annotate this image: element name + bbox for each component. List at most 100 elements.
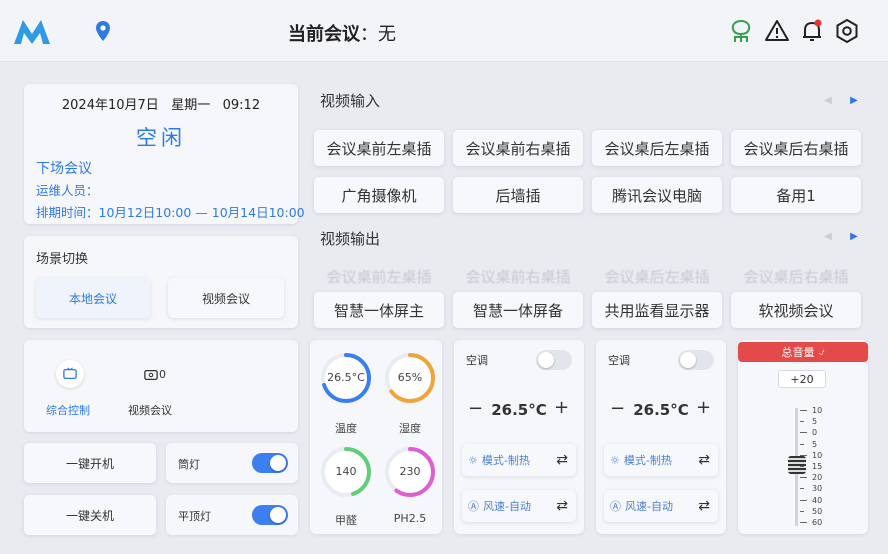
video-input-source[interactable]: 会议桌前右桌插	[453, 130, 583, 166]
volume-tick-label: 20	[812, 473, 823, 483]
swap-icon: ⇄	[698, 498, 710, 514]
power-off-button[interactable]: 一键关机	[24, 495, 156, 535]
light-downlight-label: 筒灯	[178, 458, 200, 471]
volume-tick-label: 10	[812, 450, 823, 460]
volume-tick-label: 40	[812, 495, 823, 505]
volume-tick-mark	[800, 466, 804, 467]
pm25-label: PH2.5	[393, 512, 427, 525]
volume-header: 总音量 ⍻	[738, 342, 868, 362]
video-output-target[interactable]: 共用监看显示器	[592, 292, 722, 328]
mode-label-control: 综合控制	[46, 404, 90, 417]
mute-icon[interactable]: ⍻	[818, 345, 824, 359]
power-on-button[interactable]: 一键开机	[24, 443, 156, 483]
network-tree-icon[interactable]	[728, 18, 754, 44]
formaldehyde-label: 甲醛	[335, 514, 357, 527]
ac-fan-label: 风速-自动	[483, 500, 531, 513]
mode-label-video: 视频会议	[128, 404, 172, 417]
video-input-source[interactable]: 腾讯会议电脑	[592, 177, 722, 213]
warning-icon[interactable]	[764, 18, 790, 44]
video-output-ghost-source: 会议桌前右桌插	[465, 268, 571, 286]
volume-tick-mark	[800, 432, 807, 434]
settings-icon[interactable]	[834, 18, 860, 44]
temperature-value: 26.5°C	[327, 371, 365, 384]
volume-tick-label: 30	[812, 484, 823, 494]
light-downlight-row: 筒灯	[166, 443, 298, 483]
volume-tick-label: 15	[812, 462, 823, 471]
volume-card: 总音量 ⍻ +20 10 5 0 5 10 15 20 30 40 50 60	[738, 340, 868, 534]
video-input-source[interactable]: 会议桌后左桌插	[592, 130, 722, 166]
staff-label: 运维人员：	[36, 183, 99, 198]
volume-title: 总音量	[781, 346, 815, 359]
next-meeting-label: 下场会议	[36, 161, 92, 177]
top-bar: 当前会议：无	[0, 0, 888, 62]
location-pin-icon[interactable]	[94, 20, 112, 42]
volume-tick-label: 60	[812, 518, 823, 527]
light-downlight-toggle[interactable]	[252, 453, 288, 473]
scene-video-meeting-button[interactable]: 视频会议	[168, 278, 284, 318]
volume-tick-label: 5	[812, 439, 818, 449]
volume-tick-mark	[800, 522, 807, 523]
ac-mode-button[interactable]: ☼ 模式-制热 ⇄	[462, 444, 576, 476]
ac-fan-button[interactable]: Ⓐ 风速-自动 ⇄	[604, 490, 718, 522]
ac-power-toggle[interactable]	[678, 350, 714, 370]
light-ceiling-row: 平顶灯	[166, 495, 298, 535]
current-meeting-value: ：无	[360, 24, 396, 45]
video-input-prev-icon[interactable]: ◀	[820, 92, 836, 108]
volume-tick-mark	[800, 477, 807, 479]
ac-power-toggle[interactable]	[536, 350, 572, 370]
fan-auto-icon: Ⓐ	[610, 500, 621, 513]
video-input-title: 视频输入	[320, 92, 381, 110]
video-output-prev-icon[interactable]: ◀	[820, 228, 836, 244]
temperature-label: 温度	[335, 422, 357, 435]
light-ceiling-label: 平顶灯	[178, 510, 211, 523]
video-output-target[interactable]: 智慧一体屏主	[314, 292, 444, 328]
volume-tick-label: 10	[812, 406, 823, 415]
video-output-target[interactable]: 软视频会议	[731, 292, 861, 328]
swap-icon: ⇄	[556, 498, 568, 514]
video-input-next-icon[interactable]: ▶	[846, 92, 862, 108]
video-output-ghost-source: 会议桌后右桌插	[743, 268, 849, 286]
schedule-time: 排期时间：10月12日10:00 — 10月14日10:00	[36, 205, 305, 220]
volume-tick-mark	[800, 421, 804, 423]
mode-icon-wrap	[56, 360, 84, 388]
formaldehyde-value: 140	[335, 465, 357, 478]
sun-icon: ☼	[468, 453, 478, 467]
light-ceiling-toggle[interactable]	[252, 505, 288, 525]
mode-comprehensive-control[interactable]: 综合控制	[46, 354, 92, 426]
video-camera-icon	[144, 369, 158, 381]
ac-mode-label: 模式-制热	[623, 454, 672, 467]
video-output-ghost-source: 会议桌后左桌插	[604, 268, 710, 286]
meeting-info-card: 2024年10月7日 星期一 09:12 空闲 下场会议 运维人员： 排期时间：…	[24, 84, 305, 224]
ac-mode-button[interactable]: ☼ 模式-制热 ⇄	[604, 444, 718, 476]
video-output-title: 视频输出	[320, 230, 381, 248]
scene-local-meeting-button[interactable]: 本地会议	[36, 278, 150, 318]
video-input-source[interactable]: 后墙插	[453, 177, 583, 213]
ac-fan-button[interactable]: Ⓐ 风速-自动 ⇄	[462, 490, 576, 522]
mode-card: 综合控制 0 视频会议	[24, 340, 298, 432]
volume-value: +20	[778, 370, 826, 388]
video-input-source[interactable]: 备用1	[731, 177, 861, 213]
volume-tick-mark	[800, 454, 807, 456]
ac-label: 空调	[466, 354, 488, 367]
volume-tick-mark	[800, 499, 807, 501]
bell-icon[interactable]	[799, 18, 825, 44]
video-input-source[interactable]: 广角摄像机	[314, 177, 444, 213]
ac-card-2: 空调 − 26.5°C + ☼ 模式-制热 ⇄ Ⓐ 风速-自动 ⇄	[596, 340, 726, 534]
volume-slider-handle[interactable]	[788, 456, 806, 474]
video-input-source[interactable]: 会议桌后右桌插	[731, 130, 861, 166]
video-output-target[interactable]: 智慧一体屏备	[453, 292, 583, 328]
video-output-next-icon[interactable]: ▶	[846, 228, 862, 244]
humidity-label: 湿度	[399, 422, 421, 435]
swap-icon: ⇄	[556, 452, 568, 468]
ac-temp-increase-button[interactable]: +	[696, 397, 711, 418]
volume-tick-mark	[800, 443, 804, 445]
current-meeting: 当前会议：无	[288, 20, 396, 46]
mode-video-meeting[interactable]: 0 视频会议	[128, 354, 188, 426]
video-meeting-count: 0	[159, 368, 166, 381]
video-input-source[interactable]: 会议桌前左桌插	[314, 130, 444, 166]
date: 2024年10月7日	[61, 98, 159, 113]
scene-switch-card: 场景切换 本地会议 视频会议	[24, 236, 298, 328]
volume-tick-label: 0	[812, 428, 818, 438]
room-status: 空闲	[136, 126, 186, 150]
ac-temp-increase-button[interactable]: +	[554, 397, 569, 418]
